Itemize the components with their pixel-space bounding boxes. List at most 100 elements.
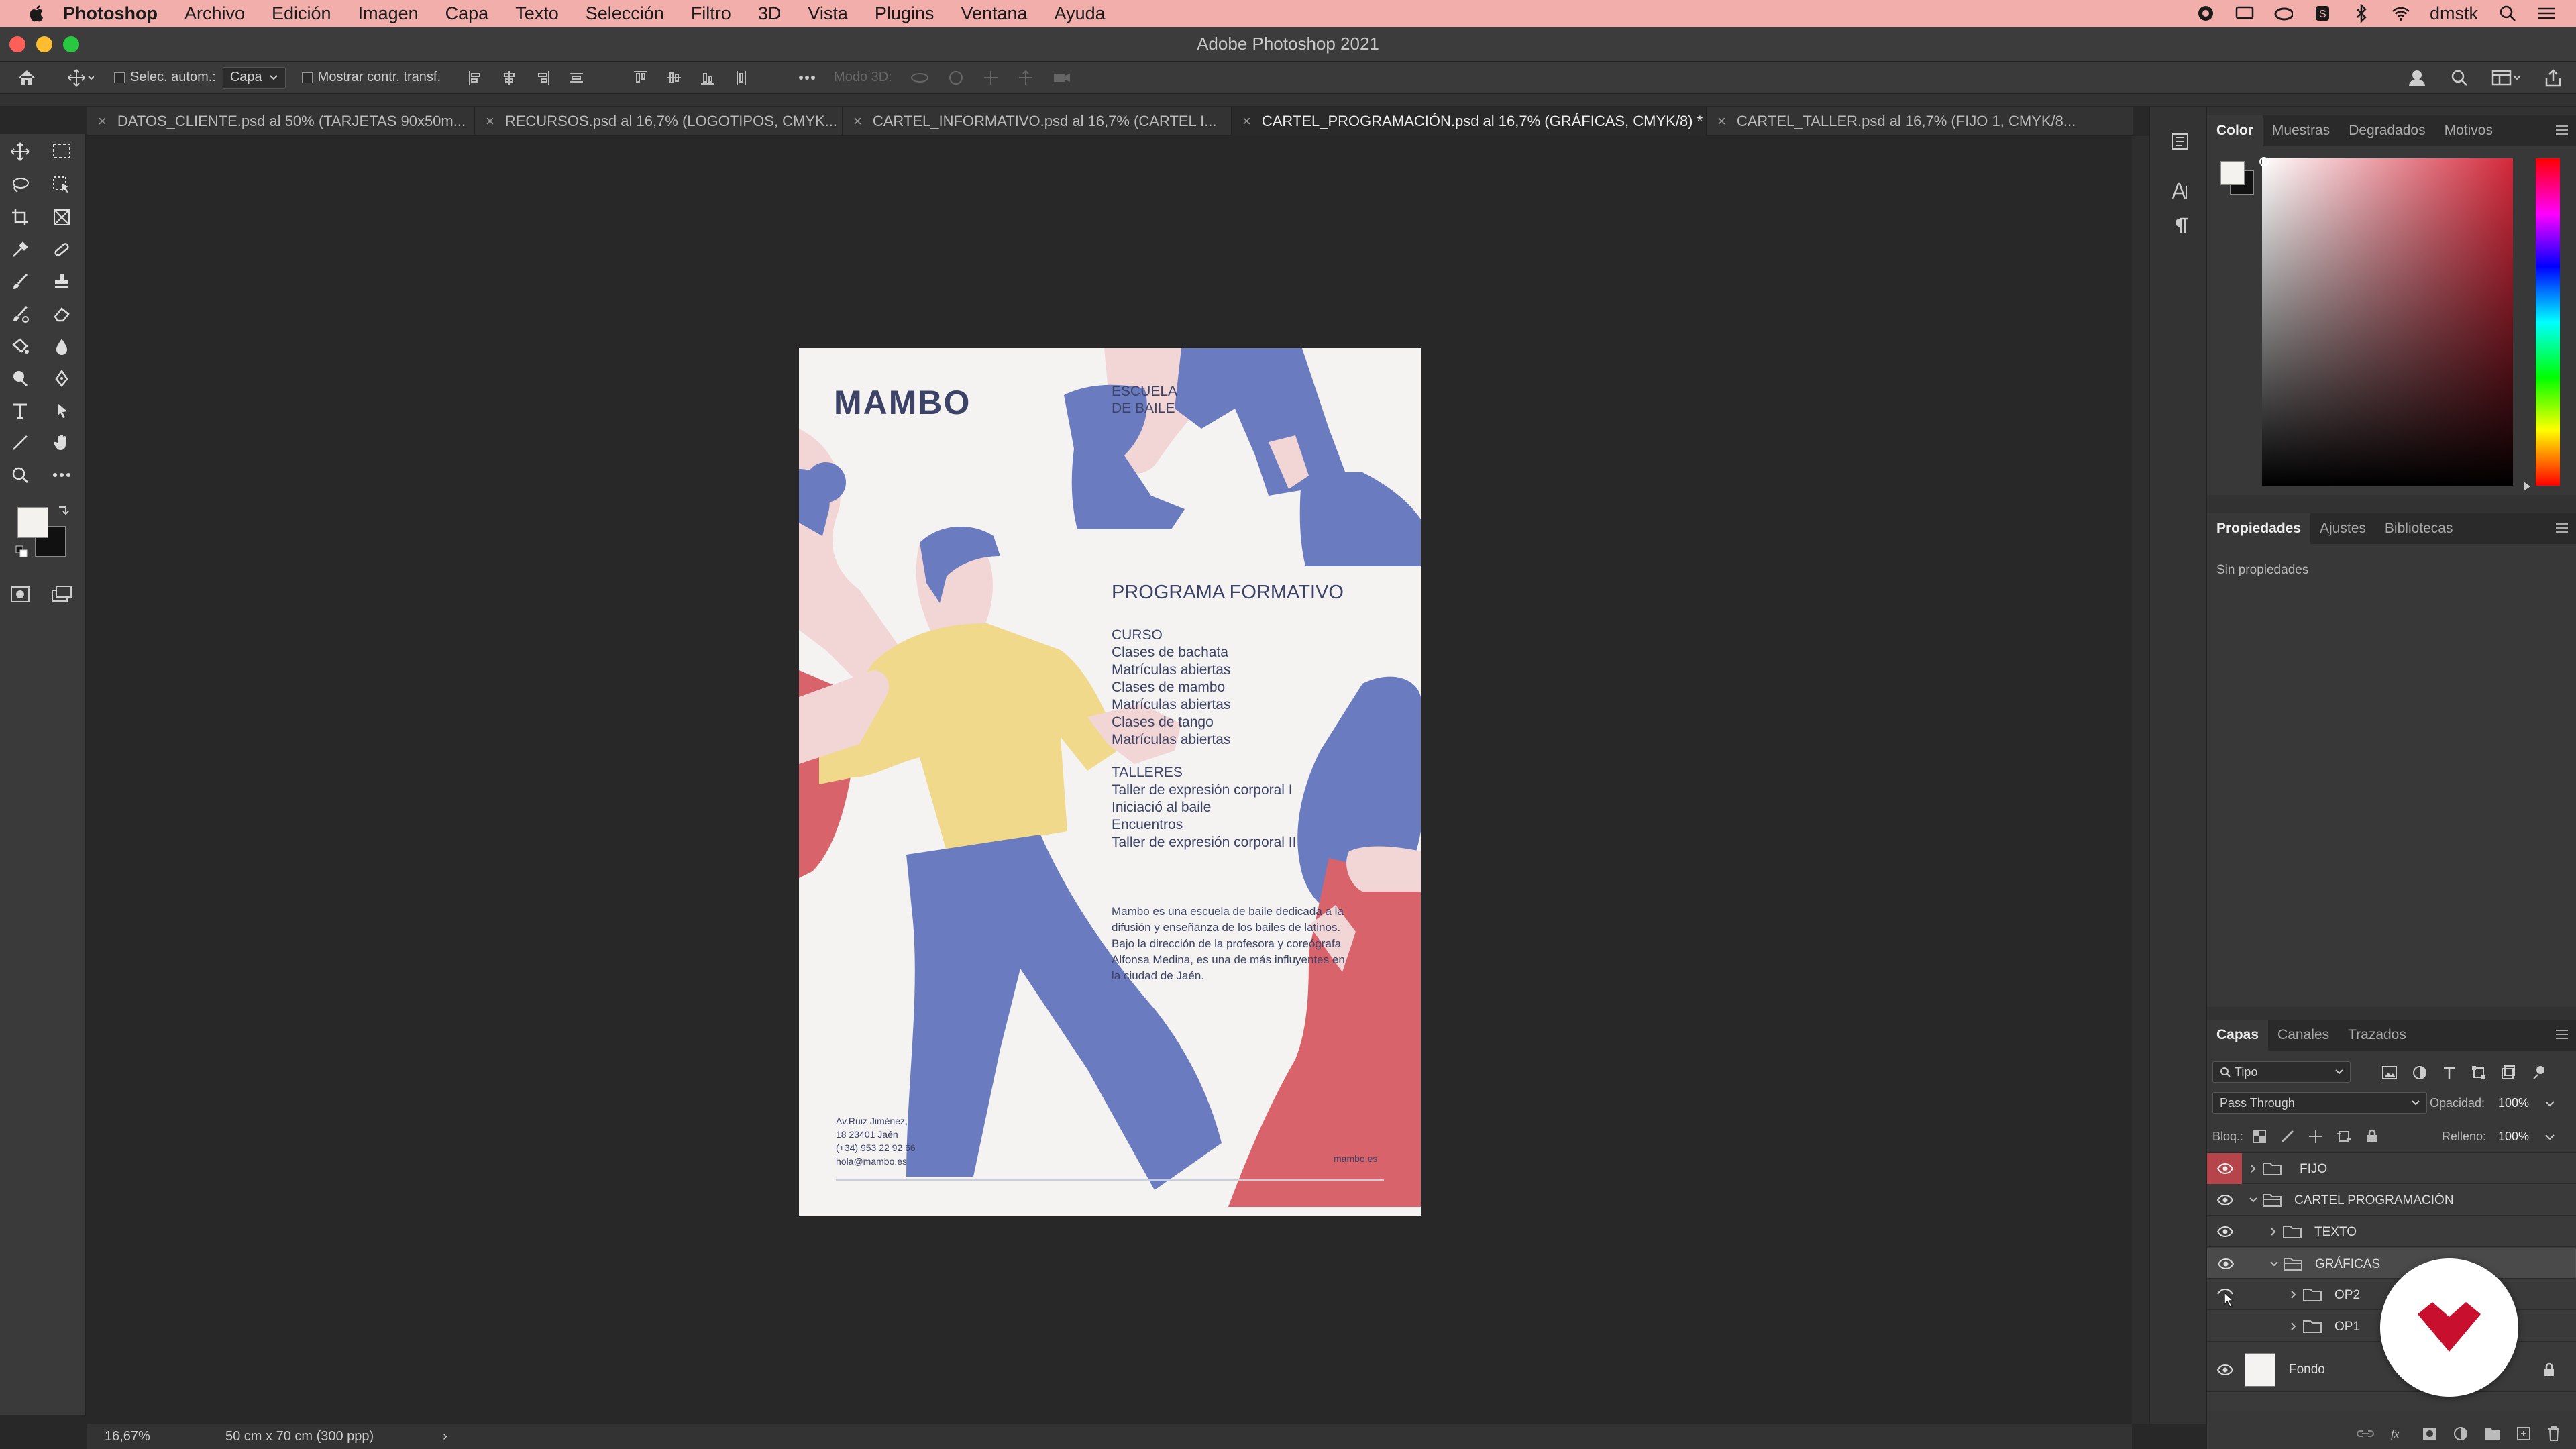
tab-cartel-taller[interactable]: × CARTEL_TALLER.psd al 16,7% (FIJO 1, CMY… xyxy=(1707,107,2133,136)
transform-controls-checkbox[interactable]: Mostrar contr. transf. xyxy=(295,62,468,94)
character-panel-icon[interactable] xyxy=(2170,181,2190,205)
move-tool-icon[interactable] xyxy=(7,138,34,165)
menu-ayuda[interactable]: Ayuda xyxy=(1055,3,1106,24)
menu-vista[interactable]: Vista xyxy=(808,3,848,24)
slide-3d-icon[interactable] xyxy=(1017,70,1034,86)
hue-slider[interactable] xyxy=(2536,158,2560,486)
swap-colors-icon[interactable] xyxy=(55,503,71,519)
history-brush-icon[interactable] xyxy=(7,301,34,327)
menu-3d[interactable]: 3D xyxy=(758,3,782,24)
frame-tool-icon[interactable] xyxy=(48,204,75,231)
fill-chevron-icon[interactable] xyxy=(2545,1134,2555,1140)
layer-mask-icon[interactable] xyxy=(2422,1426,2438,1441)
menu-capa[interactable]: Capa xyxy=(445,3,489,24)
control-center-icon[interactable] xyxy=(2537,4,2556,23)
search-icon[interactable] xyxy=(2498,4,2517,23)
align-center-h-icon[interactable] xyxy=(501,70,517,86)
menu-edicion[interactable]: Edición xyxy=(272,3,331,24)
new-layer-icon[interactable] xyxy=(2516,1426,2532,1442)
align-bottom-icon[interactable] xyxy=(700,70,716,86)
home-icon[interactable] xyxy=(0,62,54,94)
blur-tool-icon[interactable] xyxy=(48,333,75,360)
color-field[interactable] xyxy=(2262,158,2513,486)
tab-trazados[interactable]: Trazados xyxy=(2339,1020,2416,1051)
align-right-icon[interactable] xyxy=(535,70,551,86)
eye-icon[interactable] xyxy=(2216,1225,2234,1238)
opacity-chevron-icon[interactable] xyxy=(2545,1100,2555,1107)
lock-transparency-icon[interactable] xyxy=(2251,1128,2269,1144)
close-icon[interactable]: × xyxy=(98,113,107,130)
menu-imagen[interactable]: Imagen xyxy=(358,3,419,24)
tab-muestras[interactable]: Muestras xyxy=(2263,115,2339,146)
auto-select-checkbox[interactable]: Selec. autom.: xyxy=(107,62,223,94)
link-layers-icon[interactable] xyxy=(2356,1427,2375,1440)
workspace-icon[interactable] xyxy=(2491,68,2521,87)
tab-datos-cliente[interactable]: × DATOS_CLIENTE.psd al 50% (TARJETAS 90x5… xyxy=(87,107,475,136)
path-selection-icon[interactable] xyxy=(48,397,75,424)
eye-icon[interactable] xyxy=(2216,1193,2234,1207)
chevron-right-icon[interactable] xyxy=(2290,1322,2297,1331)
close-window-button[interactable] xyxy=(9,36,25,52)
tab-cartel-programacion[interactable]: × CARTEL_PROGRAMACIÓN.psd al 16,7% (GRÁFI… xyxy=(1232,107,1707,136)
blend-mode-dropdown[interactable]: Pass Through xyxy=(2212,1092,2427,1114)
pen-tool-icon[interactable] xyxy=(48,365,75,392)
color-picker-handle[interactable] xyxy=(2259,157,2269,166)
lock-all-icon[interactable] xyxy=(2364,1128,2381,1144)
delete-layer-icon[interactable] xyxy=(2546,1426,2561,1442)
chevron-right-icon[interactable] xyxy=(2250,1164,2257,1173)
align-left-icon[interactable] xyxy=(468,70,484,86)
chevron-right-icon[interactable] xyxy=(2270,1227,2277,1236)
chevron-down-icon[interactable] xyxy=(2269,1260,2279,1267)
chevron-down-icon[interactable] xyxy=(2249,1197,2258,1203)
eraser-tool-icon[interactable] xyxy=(48,301,75,327)
tab-recursos[interactable]: × RECURSOS.psd al 16,7% (LOGOTIPOS, CMYK.… xyxy=(475,107,843,136)
object-selection-icon[interactable] xyxy=(48,172,75,199)
tab-bibliotecas[interactable]: Bibliotecas xyxy=(2375,513,2463,544)
new-group-icon[interactable] xyxy=(2483,1426,2501,1441)
sync-icon[interactable]: S xyxy=(2313,4,2332,23)
status-app-icon[interactable] xyxy=(2196,4,2215,23)
zoom-window-button[interactable] xyxy=(63,36,79,52)
eye-icon[interactable] xyxy=(2216,1162,2234,1175)
line-tool-icon[interactable] xyxy=(7,429,34,456)
paint-bucket-icon[interactable] xyxy=(7,333,34,360)
tab-motivos[interactable]: Motivos xyxy=(2435,115,2502,146)
clone-stamp-icon[interactable] xyxy=(48,268,75,295)
auto-select-dropdown[interactable]: Capa xyxy=(222,66,286,89)
panel-menu-icon[interactable] xyxy=(2555,123,2569,137)
fill-value[interactable]: 100% xyxy=(2498,1130,2529,1144)
filter-toggle-icon[interactable] xyxy=(2530,1065,2545,1080)
roll-3d-icon[interactable] xyxy=(947,70,965,86)
share-icon[interactable] xyxy=(2544,68,2563,87)
panel-menu-icon[interactable] xyxy=(2555,521,2569,535)
shape-filter-icon[interactable] xyxy=(2471,1065,2486,1080)
brush-tool-icon[interactable] xyxy=(7,268,34,295)
foreground-color-swatch[interactable] xyxy=(17,507,48,538)
opacity-value[interactable]: 100% xyxy=(2498,1096,2529,1110)
type-tool-icon[interactable] xyxy=(7,397,34,424)
quick-mask-icon[interactable] xyxy=(7,581,34,608)
close-icon[interactable]: × xyxy=(1242,113,1251,130)
document-canvas[interactable]: MAMBO ESCUELA DE BAILE PROGRAMA FORMATIV… xyxy=(799,348,1421,1216)
distribute-h-icon[interactable] xyxy=(568,70,584,86)
menu-ventana[interactable]: Ventana xyxy=(961,3,1027,24)
align-top-icon[interactable] xyxy=(633,70,649,86)
tab-color[interactable]: Color xyxy=(2207,115,2263,146)
search-icon[interactable] xyxy=(2450,68,2469,87)
eye-icon[interactable] xyxy=(2216,1363,2234,1377)
menu-app-name[interactable]: Photoshop xyxy=(63,3,158,24)
screen-share-icon[interactable] xyxy=(2235,4,2254,23)
menu-filtro[interactable]: Filtro xyxy=(691,3,731,24)
hue-slider-handle[interactable] xyxy=(2524,482,2530,491)
adjustment-layer-icon[interactable] xyxy=(2453,1426,2469,1442)
eyedropper-tool-icon[interactable] xyxy=(7,236,34,263)
menu-texto[interactable]: Texto xyxy=(515,3,559,24)
more-tools-icon[interactable] xyxy=(48,462,75,488)
lasso-tool-icon[interactable] xyxy=(7,172,34,199)
pan-3d-icon[interactable] xyxy=(982,70,1000,86)
panel-menu-icon[interactable] xyxy=(2555,1028,2569,1041)
layer-style-icon[interactable]: fx xyxy=(2390,1426,2407,1441)
minimize-window-button[interactable] xyxy=(36,36,52,52)
share-user-icon[interactable] xyxy=(2407,68,2427,87)
move-tool-icon[interactable] xyxy=(54,62,107,94)
